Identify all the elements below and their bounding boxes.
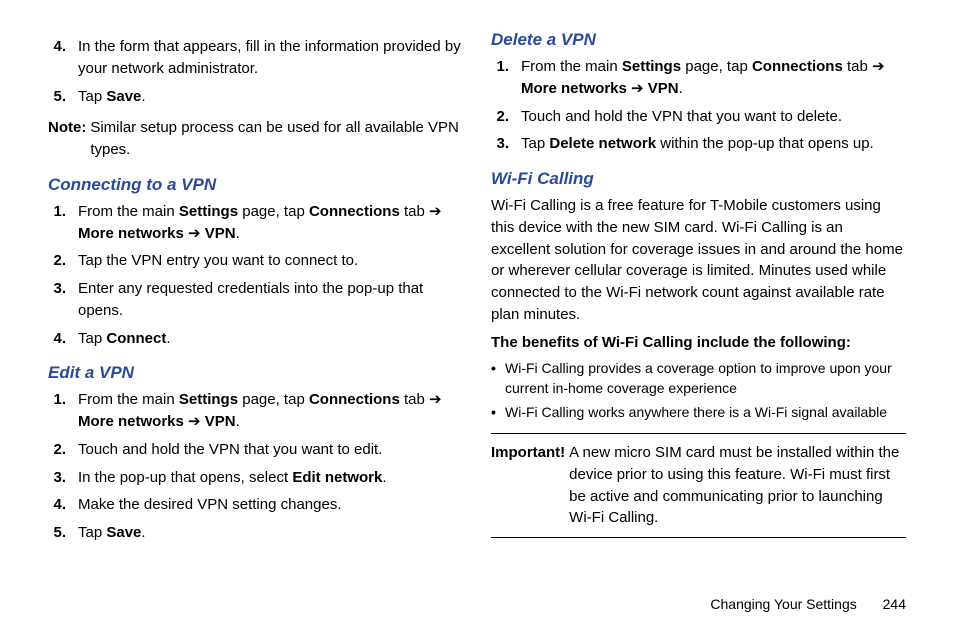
list-item: • Wi-Fi Calling works anywhere there is … [491, 403, 906, 423]
important-text: A new micro SIM card must be installed w… [569, 442, 906, 529]
list-item: 2. Tap the VPN entry you want to connect… [48, 250, 463, 272]
document-page: 4. In the form that appears, fill in the… [0, 0, 954, 604]
bullet-icon: • [491, 359, 505, 398]
divider [491, 433, 906, 434]
list-item: 4. Make the desired VPN setting changes. [48, 494, 463, 516]
note-block: Note: Similar setup process can be used … [48, 117, 463, 161]
step-number: 3. [48, 278, 78, 322]
step-number: 2. [48, 250, 78, 272]
bullet-text: Wi-Fi Calling provides a coverage option… [505, 359, 906, 398]
step-number: 3. [48, 467, 78, 489]
list-item: 1. From the main Settings page, tap Conn… [491, 56, 906, 100]
step-text: In the pop-up that opens, select Edit ne… [78, 467, 463, 489]
important-label: Important! [491, 442, 569, 529]
step-number: 4. [48, 494, 78, 516]
note-label: Note: [48, 117, 90, 161]
step-text: From the main Settings page, tap Connect… [521, 56, 906, 100]
list-item: 1. From the main Settings page, tap Conn… [48, 201, 463, 245]
list-item: 3. Tap Delete network within the pop-up … [491, 133, 906, 155]
list-item: 5. Tap Save. [48, 522, 463, 544]
step-text: Tap Delete network within the pop-up tha… [521, 133, 906, 155]
heading-delete-vpn: Delete a VPN [491, 30, 906, 50]
heading-edit-vpn: Edit a VPN [48, 363, 463, 383]
divider [491, 537, 906, 538]
step-text: In the form that appears, fill in the in… [78, 36, 463, 80]
step-number: 1. [48, 201, 78, 245]
page-footer: Changing Your Settings 244 [710, 596, 906, 612]
connect-steps-list: 1. From the main Settings page, tap Conn… [48, 201, 463, 350]
right-column: Delete a VPN 1. From the main Settings p… [491, 30, 906, 554]
footer-section: Changing Your Settings [710, 596, 856, 612]
step-number: 2. [48, 439, 78, 461]
note-text: Similar setup process can be used for al… [90, 117, 463, 161]
benefits-list: • Wi-Fi Calling provides a coverage opti… [491, 359, 906, 423]
bullet-icon: • [491, 403, 505, 423]
step-text: Touch and hold the VPN that you want to … [521, 106, 906, 128]
step-text: Tap Connect. [78, 328, 463, 350]
step-text: Tap Save. [78, 86, 463, 108]
left-column: 4. In the form that appears, fill in the… [48, 30, 463, 554]
continued-steps-list: 4. In the form that appears, fill in the… [48, 36, 463, 107]
step-number: 4. [48, 328, 78, 350]
list-item: 4. Tap Connect. [48, 328, 463, 350]
list-item: • Wi-Fi Calling provides a coverage opti… [491, 359, 906, 398]
step-text: From the main Settings page, tap Connect… [78, 389, 463, 433]
step-text: Touch and hold the VPN that you want to … [78, 439, 463, 461]
step-number: 3. [491, 133, 521, 155]
list-item: 4. In the form that appears, fill in the… [48, 36, 463, 80]
list-item: 3. In the pop-up that opens, select Edit… [48, 467, 463, 489]
step-text: Tap Save. [78, 522, 463, 544]
step-number: 1. [48, 389, 78, 433]
step-number: 4. [48, 36, 78, 80]
step-text: From the main Settings page, tap Connect… [78, 201, 463, 245]
bullet-text: Wi-Fi Calling works anywhere there is a … [505, 403, 887, 423]
heading-connecting-vpn: Connecting to a VPN [48, 175, 463, 195]
step-text: Make the desired VPN setting changes. [78, 494, 463, 516]
list-item: 1. From the main Settings page, tap Conn… [48, 389, 463, 433]
heading-wifi-calling: Wi-Fi Calling [491, 169, 906, 189]
list-item: 2. Touch and hold the VPN that you want … [48, 439, 463, 461]
footer-page-number: 244 [883, 596, 906, 612]
step-number: 5. [48, 522, 78, 544]
list-item: 5. Tap Save. [48, 86, 463, 108]
wifi-calling-paragraph: Wi-Fi Calling is a free feature for T-Mo… [491, 195, 906, 326]
step-number: 2. [491, 106, 521, 128]
benefits-heading: The benefits of Wi-Fi Calling include th… [491, 332, 906, 354]
step-number: 5. [48, 86, 78, 108]
list-item: 3. Enter any requested credentials into … [48, 278, 463, 322]
step-text: Enter any requested credentials into the… [78, 278, 463, 322]
step-text: Tap the VPN entry you want to connect to… [78, 250, 463, 272]
delete-steps-list: 1. From the main Settings page, tap Conn… [491, 56, 906, 155]
list-item: 2. Touch and hold the VPN that you want … [491, 106, 906, 128]
important-block: Important! A new micro SIM card must be … [491, 442, 906, 529]
step-number: 1. [491, 56, 521, 100]
edit-steps-list: 1. From the main Settings page, tap Conn… [48, 389, 463, 544]
